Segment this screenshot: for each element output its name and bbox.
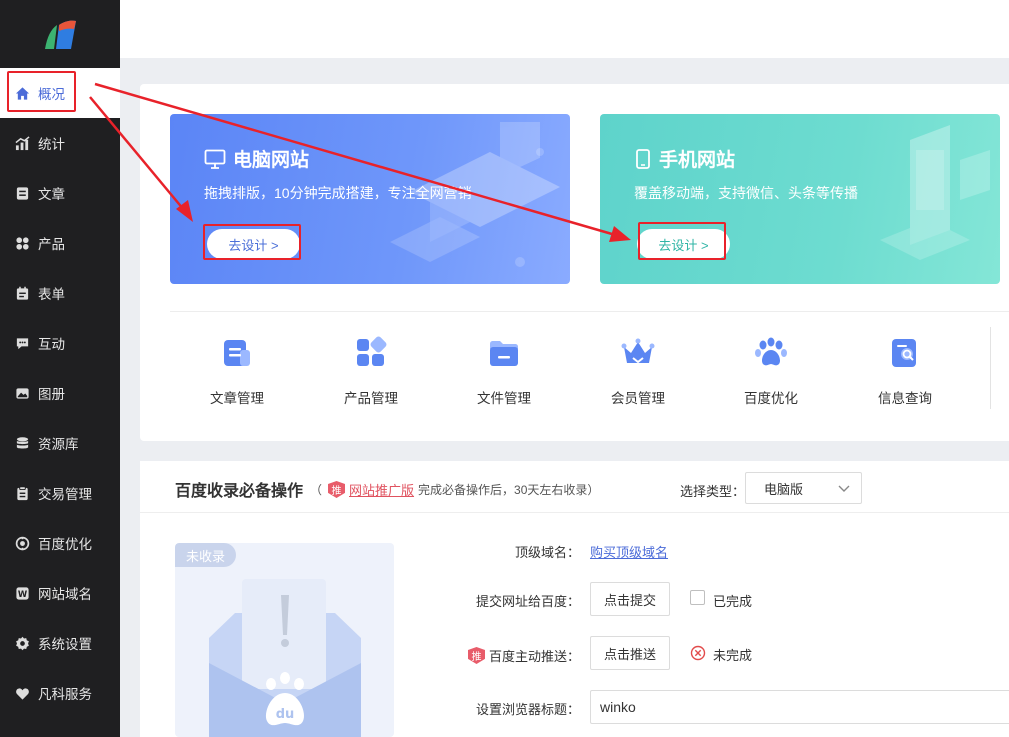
chevron-down-icon xyxy=(838,485,850,492)
tool-file-manage[interactable]: 文件管理 xyxy=(449,336,559,407)
product-manage-icon xyxy=(357,336,387,366)
pc-site-banner: 电脑网站 拖拽排版，10分钟完成搭建，专注全网营销 去设计 > xyxy=(170,114,570,284)
phone-icon xyxy=(636,148,650,169)
tool-product-manage[interactable]: 产品管理 xyxy=(316,336,426,407)
push-badge-icon: 推 xyxy=(468,647,485,664)
article-icon xyxy=(14,185,30,201)
mobile-banner-desc: 覆盖移动端，支持微信、头条等传播 xyxy=(634,185,858,201)
logo-icon xyxy=(45,20,76,49)
member-crown-icon xyxy=(621,338,655,364)
browser-title-label: 设置浏览器标题： xyxy=(476,702,581,717)
sidebar-item-label: 系统设置 xyxy=(38,637,92,652)
submit-button[interactable]: 点击提交 xyxy=(590,582,670,616)
chat-icon xyxy=(14,335,30,351)
home-icon xyxy=(14,85,30,101)
pc-banner-title: 电脑网站 xyxy=(204,145,309,172)
sidebar-item-label: 交易管理 xyxy=(38,487,92,502)
push-label: 百度主动推送： xyxy=(489,649,581,664)
svg-text:W: W xyxy=(17,588,27,598)
mobile-design-button[interactable]: 去设计 > xyxy=(637,229,730,259)
envelope-illustration: du xyxy=(209,579,361,737)
domain-label: 顶级域名： xyxy=(515,545,581,560)
completed-checkbox[interactable] xyxy=(690,590,705,605)
mobile-illustration xyxy=(880,125,990,260)
mobile-site-banner: 手机网站 覆盖移动端，支持微信、头条等传播 去设计 > xyxy=(600,114,1000,284)
submit-status: 已完成 xyxy=(713,594,753,609)
album-icon xyxy=(14,385,30,401)
baidu-paw-icon xyxy=(755,337,787,366)
tool-info-query[interactable]: 信息查询 xyxy=(850,336,960,407)
sidebar-item-interaction[interactable]: 互动 xyxy=(0,318,120,368)
form-icon xyxy=(14,285,30,301)
sidebar-item-label: 文章 xyxy=(38,187,65,202)
promote-version-link[interactable]: 网站推广版 xyxy=(349,480,414,499)
sidebar-item-label: 表单 xyxy=(38,287,65,302)
browser-title-input[interactable] xyxy=(590,690,1009,724)
tool-baidu-seo[interactable]: 百度优化 xyxy=(716,336,826,407)
grid-icon xyxy=(14,235,30,251)
pc-banner-desc: 拖拽排版，10分钟完成搭建，专注全网营销 xyxy=(204,185,472,201)
push-label-row: 推 百度主动推送： xyxy=(468,646,580,665)
section-title: 百度收录必备操作 xyxy=(175,483,304,500)
domain-icon: W xyxy=(14,585,30,601)
chart-icon xyxy=(14,135,30,151)
sidebar-item-label: 百度优化 xyxy=(38,537,92,552)
sidebar-item-label: 概况 xyxy=(38,87,65,102)
gear-icon xyxy=(14,635,30,651)
submit-label: 提交网址给百度： xyxy=(476,594,581,609)
type-label: 选择类型： xyxy=(680,484,746,499)
sidebar-item-label: 资源库 xyxy=(38,437,79,452)
sidebar-item-seo[interactable]: 百度优化 xyxy=(0,518,120,568)
not-indexed-tag: 未收录 xyxy=(175,543,236,567)
sidebar-item-domain[interactable]: W 网站域名 xyxy=(0,568,120,618)
type-select[interactable]: 电脑版 xyxy=(745,472,862,504)
seo-icon xyxy=(14,535,30,551)
sidebar-item-trade[interactable]: 交易管理 xyxy=(0,468,120,518)
sidebar-item-label: 产品 xyxy=(38,237,65,252)
sidebar-item-label: 互动 xyxy=(38,337,65,352)
push-status: 未完成 xyxy=(713,648,753,663)
info-search-icon xyxy=(892,339,916,367)
section-note: （ 推 网站推广版 完成必备操作后，30天左右收录 ） xyxy=(310,480,599,499)
mobile-banner-title: 手机网站 xyxy=(634,145,735,172)
trade-icon xyxy=(14,485,30,501)
sidebar-item-products[interactable]: 产品 xyxy=(0,218,120,268)
sidebar-item-forms[interactable]: 表单 xyxy=(0,268,120,318)
error-circle-icon xyxy=(690,645,706,661)
sidebar-item-label: 统计 xyxy=(38,137,65,152)
database-icon xyxy=(14,435,30,451)
sidebar-item-articles[interactable]: 文章 xyxy=(0,168,120,218)
svg-text:du: du xyxy=(276,707,295,722)
tool-member-manage[interactable]: 会员管理 xyxy=(583,336,693,407)
buy-domain-link[interactable]: 购买顶级域名 xyxy=(590,542,668,561)
sidebar-item-service[interactable]: 凡科服务 xyxy=(0,668,120,718)
monitor-icon xyxy=(204,149,226,169)
sidebar-item-resources[interactable]: 资源库 xyxy=(0,418,120,468)
pc-design-button[interactable]: 去设计 > xyxy=(207,229,300,259)
push-button[interactable]: 点击推送 xyxy=(590,636,670,670)
file-manage-icon xyxy=(490,341,518,366)
sidebar-item-label: 图册 xyxy=(38,387,65,402)
sidebar-item-album[interactable]: 图册 xyxy=(0,368,120,418)
logo[interactable] xyxy=(0,0,120,68)
sidebar-item-overview[interactable]: 概况 xyxy=(0,68,120,118)
divider xyxy=(170,311,1009,312)
not-indexed-illustration: du 未收录 xyxy=(175,543,394,737)
heart-icon xyxy=(14,685,30,701)
tools-divider xyxy=(990,327,991,409)
sidebar-item-label: 网站域名 xyxy=(38,587,92,602)
top-bar xyxy=(120,0,1009,58)
sidebar-item-settings[interactable]: 系统设置 xyxy=(0,618,120,668)
article-manage-icon xyxy=(224,340,250,366)
tool-article-manage[interactable]: 文章管理 xyxy=(182,336,292,407)
sidebar-item-stats[interactable]: 统计 xyxy=(0,118,120,168)
promote-badge-icon: 推 xyxy=(328,481,346,498)
section-divider xyxy=(140,512,1009,513)
sidebar-item-label: 凡科服务 xyxy=(38,687,92,702)
